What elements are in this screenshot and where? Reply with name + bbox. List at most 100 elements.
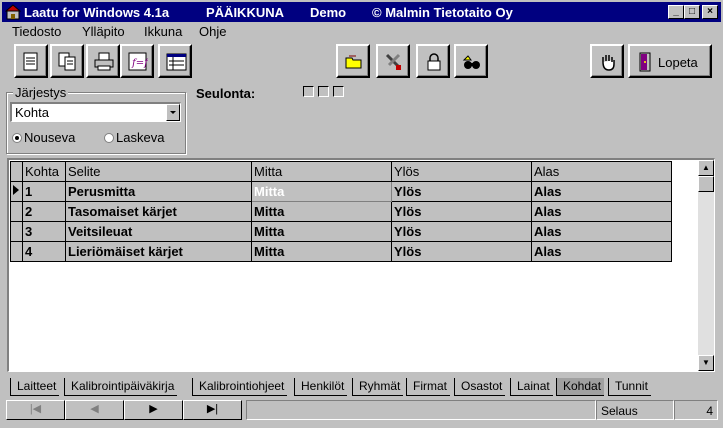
status-record-count: 4	[674, 400, 718, 420]
menu-bar: Tiedosto Ylläpito Ikkuna Ohje	[2, 22, 721, 40]
tab-kohdat[interactable]: Kohdat	[556, 378, 605, 396]
dropdown-arrow-icon[interactable]	[166, 104, 180, 121]
table-cell[interactable]: 1	[22, 181, 66, 202]
app-icon	[5, 4, 21, 20]
status-mode: Selaus	[596, 400, 674, 420]
table-cell[interactable]: Veitsileuat	[65, 221, 252, 242]
status-message-field	[246, 400, 596, 420]
scroll-up-icon[interactable]: ▲	[698, 160, 714, 176]
column-header-selite[interactable]: Selite	[65, 161, 252, 182]
table-cell[interactable]: 3	[22, 221, 66, 242]
table-row[interactable]: 1 Perusmitta Mitta Ylös Alas	[10, 181, 672, 202]
radio-unchecked-icon	[104, 133, 114, 143]
window-title-app: Laatu for Windows 4.1a	[24, 5, 170, 20]
new-document-button[interactable]	[14, 44, 48, 78]
column-header-ylos[interactable]: Ylös	[391, 161, 532, 182]
sort-ascending-label: Nouseva	[24, 130, 76, 145]
menu-ohje[interactable]: Ohje	[199, 24, 226, 39]
pan-button[interactable]	[590, 44, 624, 78]
lock-button[interactable]	[416, 44, 450, 78]
tab-osastot[interactable]: Osastot	[454, 378, 506, 396]
last-record-button[interactable]: ▶|	[183, 400, 242, 420]
tab-kalibrointiohjeet[interactable]: Kalibrointiohjeet	[192, 378, 288, 396]
main-window: Laatu for Windows 4.1a PÄÄIKKUNA Demo © …	[0, 0, 723, 428]
formula-button[interactable]: f=f	[120, 44, 154, 78]
table-cell[interactable]: Alas	[531, 221, 672, 242]
tab-henkilot[interactable]: Henkilöt	[294, 378, 348, 396]
tab-kalibrointipaivakirja[interactable]: Kalibrointipäiväkirja	[64, 378, 178, 396]
table-cell[interactable]: Mitta	[251, 241, 392, 262]
document-icon	[23, 52, 38, 71]
window-title-company: © Malmin Tietotaito Oy	[372, 5, 513, 20]
sort-descending-radio[interactable]: Laskeva	[104, 130, 164, 145]
window-title-screen: PÄÄIKKUNA	[206, 5, 284, 20]
open-folder-button[interactable]	[336, 44, 370, 78]
copy-button[interactable]	[50, 44, 84, 78]
table-cell[interactable]: Perusmitta	[65, 181, 252, 202]
column-header-mitta[interactable]: Mitta	[251, 161, 392, 182]
window-list-button[interactable]	[158, 44, 192, 78]
sort-ascending-radio[interactable]: Nouseva	[12, 130, 75, 145]
menu-ikkuna[interactable]: Ikkuna	[144, 24, 182, 39]
table-cell[interactable]: Mitta	[251, 221, 392, 242]
maximize-button[interactable]: □	[684, 5, 700, 19]
quit-label: Lopeta	[658, 55, 698, 70]
table-row[interactable]: 3 Veitsileuat Mitta Ylös Alas	[10, 221, 672, 242]
filter-checkbox-1[interactable]	[303, 86, 314, 97]
next-record-button[interactable]: ▶	[124, 400, 183, 420]
toolbar: f=f Lopeta	[2, 42, 721, 82]
find-button[interactable]	[454, 44, 488, 78]
vertical-scrollbar[interactable]: ▲ ▼	[698, 160, 714, 371]
radio-checked-icon	[12, 133, 22, 143]
filter-checkbox-3[interactable]	[333, 86, 344, 97]
tools-button[interactable]	[376, 44, 410, 78]
table-cell[interactable]: Alas	[531, 201, 672, 222]
table-cell[interactable]: Ylös	[391, 181, 532, 202]
print-button[interactable]	[86, 44, 120, 78]
tab-ryhmat[interactable]: Ryhmät	[352, 378, 404, 396]
row-indicator	[10, 221, 23, 242]
sort-select[interactable]: Kohta	[10, 102, 181, 122]
table-row[interactable]: 2 Tasomaiset kärjet Mitta Ylös Alas	[10, 201, 672, 222]
scroll-down-icon[interactable]: ▼	[698, 355, 714, 371]
tab-tunnit[interactable]: Tunnit	[608, 378, 651, 396]
column-header-alas[interactable]: Alas	[531, 161, 672, 182]
table-row[interactable]: 4 Lieriömäiset kärjet Mitta Ylös Alas	[10, 241, 672, 262]
exit-door-icon	[639, 52, 651, 72]
binoculars-icon	[462, 55, 480, 69]
close-button[interactable]: ×	[702, 5, 718, 19]
window-list-icon	[166, 53, 187, 71]
first-record-button[interactable]: |◀	[6, 400, 65, 420]
quit-button[interactable]: Lopeta	[628, 44, 712, 78]
table-header-row: Kohta Selite Mitta Ylös Alas	[10, 161, 672, 182]
minimize-button[interactable]: _	[668, 5, 684, 19]
tab-firmat[interactable]: Firmat	[406, 378, 450, 396]
table-cell[interactable]: Alas	[531, 181, 672, 202]
title-bar: Laatu for Windows 4.1a PÄÄIKKUNA Demo © …	[2, 2, 721, 22]
menu-tiedosto[interactable]: Tiedosto	[12, 24, 61, 39]
filter-checkbox-2[interactable]	[318, 86, 329, 97]
table-cell[interactable]: 4	[22, 241, 66, 262]
table-cell[interactable]: Ylös	[391, 241, 532, 262]
data-grid: Kohta Selite Mitta Ylös Alas 1 Perusmitt…	[7, 158, 715, 372]
sort-descending-label: Laskeva	[116, 130, 165, 145]
scroll-thumb[interactable]	[698, 176, 714, 192]
table-cell[interactable]: Lieriömäiset kärjet	[65, 241, 252, 262]
table-cell[interactable]: Ylös	[391, 201, 532, 222]
table-cell[interactable]: Mitta	[251, 201, 392, 222]
tab-lainat[interactable]: Lainat	[510, 378, 553, 396]
menu-yllapito[interactable]: Ylläpito	[82, 24, 125, 39]
table-cell[interactable]: 2	[22, 201, 66, 222]
table-cell[interactable]: Alas	[531, 241, 672, 262]
tab-laitteet[interactable]: Laitteet	[10, 378, 60, 396]
table-cell-selected[interactable]: Mitta	[251, 181, 392, 202]
svg-text:f=f: f=f	[131, 58, 148, 69]
row-indicator-header	[10, 161, 23, 182]
table-cell[interactable]: Tasomaiset kärjet	[65, 201, 252, 222]
folder-icon	[345, 55, 362, 69]
column-header-kohta[interactable]: Kohta	[22, 161, 66, 182]
tools-icon	[385, 53, 401, 70]
previous-record-button[interactable]: ◀	[65, 400, 124, 420]
sort-select-value: Kohta	[15, 105, 49, 120]
table-cell[interactable]: Ylös	[391, 221, 532, 242]
